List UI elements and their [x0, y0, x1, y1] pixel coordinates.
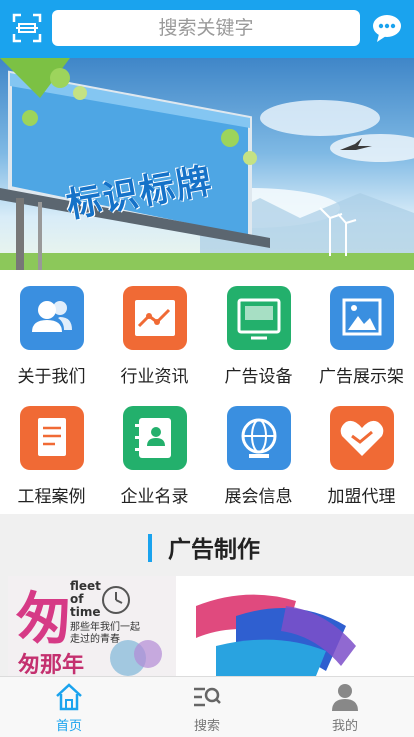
- category-label: 广告设备: [224, 367, 293, 387]
- card-big-char: 匆: [15, 587, 72, 652]
- chat-bubble-icon[interactable]: [371, 12, 403, 44]
- category-industry-news[interactable]: 行业资讯: [103, 270, 206, 390]
- address-book-icon: [123, 406, 187, 470]
- users-icon: [20, 286, 84, 350]
- card-line5: 走过的青春: [70, 632, 120, 645]
- nav-home[interactable]: 首页: [0, 677, 138, 737]
- card-line2: of: [70, 592, 84, 606]
- section-accent-bar: [148, 534, 152, 562]
- promo-banner[interactable]: 标识标牌: [0, 58, 414, 270]
- category-engineering-cases[interactable]: 工程案例: [0, 390, 103, 510]
- category-grid: 关于我们 行业资讯 广告设备 广告展示架 工程案例 企业名录 展会信息 加盟代理: [0, 270, 414, 514]
- card-line1: fleet: [70, 579, 101, 593]
- nav-label: 搜索: [193, 719, 220, 734]
- home-icon: [56, 683, 82, 711]
- ad-production-section: 广告制作 匆 fleet of time 那些年我们一起 走过的青春 匆那年: [0, 514, 414, 676]
- scan-icon[interactable]: [12, 13, 42, 43]
- search-input[interactable]: 搜索关键字: [52, 10, 360, 46]
- category-label: 行业资讯: [120, 367, 189, 387]
- trend-chart-icon: [123, 286, 187, 350]
- monitor-icon: [227, 286, 291, 350]
- category-exhibition-info[interactable]: 展会信息: [207, 390, 310, 510]
- category-label: 加盟代理: [327, 487, 396, 507]
- category-label: 企业名录: [120, 487, 189, 507]
- category-label: 展会信息: [224, 487, 293, 507]
- handshake-icon: [330, 406, 394, 470]
- globe-icon: [227, 406, 291, 470]
- section-title: 广告制作: [168, 537, 260, 563]
- category-franchise-agency[interactable]: 加盟代理: [310, 390, 413, 510]
- card-line4: 那些年我们一起: [70, 620, 140, 633]
- top-header: 搜索关键字: [0, 0, 414, 58]
- search-placeholder: 搜索关键字: [158, 17, 254, 39]
- ad-card[interactable]: [176, 576, 414, 676]
- category-display-rack[interactable]: 广告展示架: [310, 270, 413, 390]
- bottom-nav: 首页 搜索 我的: [0, 676, 414, 737]
- ad-card-image: [176, 576, 414, 676]
- nav-label: 首页: [55, 719, 82, 734]
- nav-label: 我的: [331, 719, 358, 734]
- search-list-icon: [194, 687, 221, 707]
- card-bottom-text: 匆那年: [17, 652, 84, 676]
- category-label: 工程案例: [17, 487, 86, 507]
- nav-profile[interactable]: 我的: [276, 677, 414, 737]
- category-about-us[interactable]: 关于我们: [0, 270, 103, 390]
- category-label: 广告展示架: [319, 367, 404, 387]
- category-ad-equipment[interactable]: 广告设备: [207, 270, 310, 390]
- card-line3: time: [70, 605, 101, 619]
- document-icon: [20, 406, 84, 470]
- picture-frame-icon: [330, 286, 394, 350]
- user-icon: [332, 684, 358, 711]
- category-enterprise-directory[interactable]: 企业名录: [103, 390, 206, 510]
- category-label: 关于我们: [17, 367, 86, 387]
- nav-search[interactable]: 搜索: [138, 677, 276, 737]
